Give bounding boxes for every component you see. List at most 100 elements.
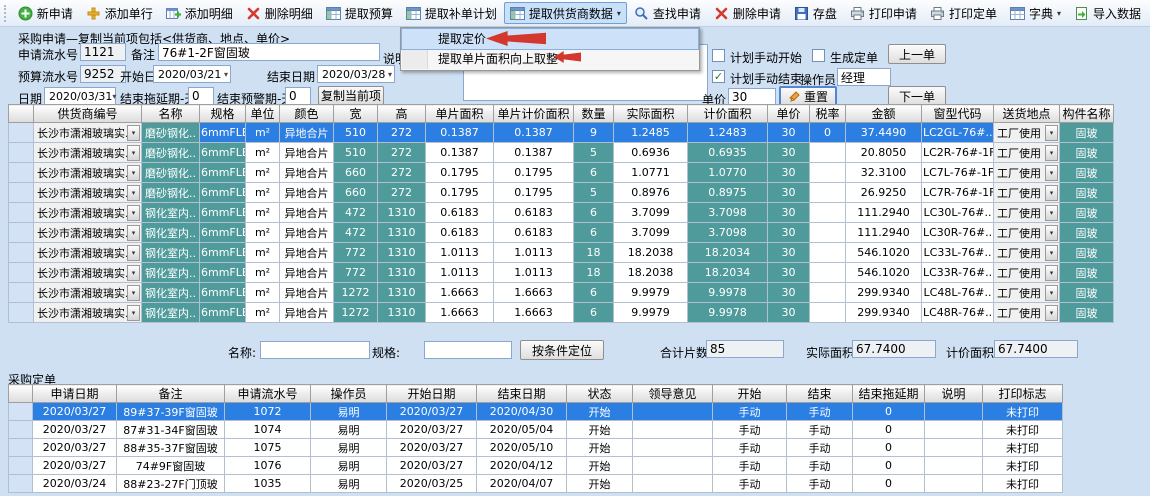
cell[interactable]: 0.1795 <box>494 163 574 183</box>
cell[interactable]: 1.6663 <box>494 303 574 323</box>
cell[interactable] <box>810 183 846 203</box>
next-order-button[interactable]: 下一单 <box>888 86 946 106</box>
cell[interactable] <box>633 475 713 493</box>
cell[interactable]: 钢化室内.. <box>142 303 200 323</box>
column-header[interactable]: 窗型代码 <box>922 105 994 123</box>
cell[interactable]: 272 <box>378 143 426 163</box>
cell[interactable] <box>810 203 846 223</box>
cell[interactable]: 未打印 <box>983 475 1063 493</box>
cell[interactable]: 工厂使用▾ <box>994 263 1060 283</box>
row-selector[interactable] <box>9 223 34 243</box>
total-pieces-field[interactable] <box>706 340 784 358</box>
cell[interactable]: 3.7099 <box>614 203 688 223</box>
column-header[interactable]: 金额 <box>846 105 922 123</box>
cell[interactable]: 手动 <box>713 421 787 439</box>
cell[interactable]: 固玻 <box>1060 303 1114 323</box>
row-selector[interactable] <box>9 457 33 475</box>
cell[interactable]: 32.3100 <box>846 163 922 183</box>
cell[interactable]: 1.0113 <box>426 243 494 263</box>
column-header[interactable]: 单片计价面积 <box>494 105 574 123</box>
cell[interactable]: 异地合片 <box>280 123 334 143</box>
cell[interactable]: 长沙市潇湘玻璃实...▾ <box>34 263 142 283</box>
toolbar-button-find-request[interactable]: 查找申请 <box>628 2 707 24</box>
cell[interactable]: 手动 <box>787 457 853 475</box>
cell[interactable]: 6 <box>574 203 614 223</box>
cell[interactable] <box>810 223 846 243</box>
cell[interactable]: 1310 <box>378 263 426 283</box>
cell[interactable]: 固玻 <box>1060 143 1114 163</box>
actual-area-field[interactable] <box>852 340 936 358</box>
cell[interactable]: 长沙市潇湘玻璃实...▾ <box>34 223 142 243</box>
toolbar-button-save[interactable]: 存盘 <box>788 2 843 24</box>
cell[interactable]: 18.2034 <box>688 263 768 283</box>
cell[interactable]: 异地合片 <box>280 223 334 243</box>
cell[interactable]: 1272 <box>334 303 378 323</box>
cell[interactable]: 6mmFLE.. <box>200 303 246 323</box>
cell[interactable]: 1.0770 <box>688 163 768 183</box>
cell[interactable]: 1.0113 <box>494 243 574 263</box>
cell[interactable]: 钢化室内.. <box>142 243 200 263</box>
cell[interactable]: 手动 <box>787 403 853 421</box>
cell[interactable]: 手动 <box>713 457 787 475</box>
cell[interactable]: 2020/05/04 <box>477 421 567 439</box>
cell[interactable]: 1.0113 <box>494 263 574 283</box>
cell[interactable]: 1.6663 <box>426 283 494 303</box>
cell[interactable]: 18 <box>574 263 614 283</box>
cell[interactable]: 88#23-27F门顶玻 <box>117 475 225 493</box>
column-header[interactable]: 构件名称 <box>1060 105 1114 123</box>
cell[interactable]: LC30R-76#.. <box>922 223 994 243</box>
chevron-down-icon[interactable]: ▾ <box>127 185 140 201</box>
cell[interactable]: 299.9340 <box>846 283 922 303</box>
toolbar-button-print-request[interactable]: 打印申请 <box>844 2 923 24</box>
cell[interactable]: 开始 <box>567 421 633 439</box>
column-header[interactable]: 税率 <box>810 105 846 123</box>
cell[interactable]: 510 <box>334 143 378 163</box>
cell[interactable]: LC30L-76#.. <box>922 203 994 223</box>
cell[interactable]: 2020/03/25 <box>387 475 477 493</box>
row-selector[interactable] <box>9 123 34 143</box>
chevron-down-icon[interactable]: ▾ <box>1045 245 1058 261</box>
cell[interactable]: 88#35-37F窗固玻 <box>117 439 225 457</box>
cell[interactable]: 272 <box>378 183 426 203</box>
column-header[interactable]: 申请日期 <box>33 385 117 403</box>
cell[interactable]: 546.1020 <box>846 263 922 283</box>
column-header[interactable]: 操作员 <box>311 385 387 403</box>
row-selector[interactable] <box>9 243 34 263</box>
cell[interactable]: m² <box>246 163 280 183</box>
cell[interactable]: 9 <box>574 123 614 143</box>
column-header[interactable]: 开始日期 <box>387 385 477 403</box>
cell[interactable]: 长沙市潇湘玻璃实...▾ <box>34 243 142 263</box>
cell[interactable]: 0 <box>810 123 846 143</box>
toolbar-button-dictionary[interactable]: 字典▾ <box>1004 2 1067 24</box>
cell[interactable] <box>925 421 983 439</box>
column-header[interactable]: 领导意见 <box>633 385 713 403</box>
toolbar-button-import-data[interactable]: 导入数据 <box>1068 2 1147 24</box>
cell[interactable]: 2020/03/27 <box>33 403 117 421</box>
manual-end-checkbox[interactable]: ✓ <box>712 70 725 83</box>
copy-current-button[interactable]: 复制当前项 <box>318 86 384 105</box>
cell[interactable]: 未打印 <box>983 403 1063 421</box>
end-delay-field[interactable] <box>188 87 214 105</box>
cell[interactable]: 长沙市潇湘玻璃实...▾ <box>34 203 142 223</box>
cell[interactable]: 772 <box>334 263 378 283</box>
cell[interactable]: 异地合片 <box>280 203 334 223</box>
row-selector[interactable] <box>9 303 34 323</box>
remark-field[interactable] <box>158 43 380 61</box>
cell[interactable]: 1076 <box>225 457 311 475</box>
cell[interactable] <box>633 403 713 421</box>
cell[interactable]: 0 <box>853 403 925 421</box>
cell[interactable]: 0.1387 <box>426 123 494 143</box>
row-selector[interactable] <box>9 203 34 223</box>
cell[interactable]: m² <box>246 263 280 283</box>
toolbar-button-add-row[interactable]: 添加单行 <box>80 2 159 24</box>
cell[interactable]: 2020/03/27 <box>33 457 117 475</box>
cell[interactable]: 0 <box>853 457 925 475</box>
column-header[interactable]: 结束拖延期 <box>853 385 925 403</box>
cell[interactable]: LC7R-76#-1FO <box>922 183 994 203</box>
column-header[interactable]: 规格 <box>200 105 246 123</box>
cell[interactable]: 18.2034 <box>688 243 768 263</box>
cell[interactable]: 0.1387 <box>494 123 574 143</box>
menu-item-1[interactable]: 提取单片面积向上取整 <box>402 49 698 69</box>
cell[interactable] <box>810 303 846 323</box>
cell[interactable]: 6mmFLE.. <box>200 123 246 143</box>
